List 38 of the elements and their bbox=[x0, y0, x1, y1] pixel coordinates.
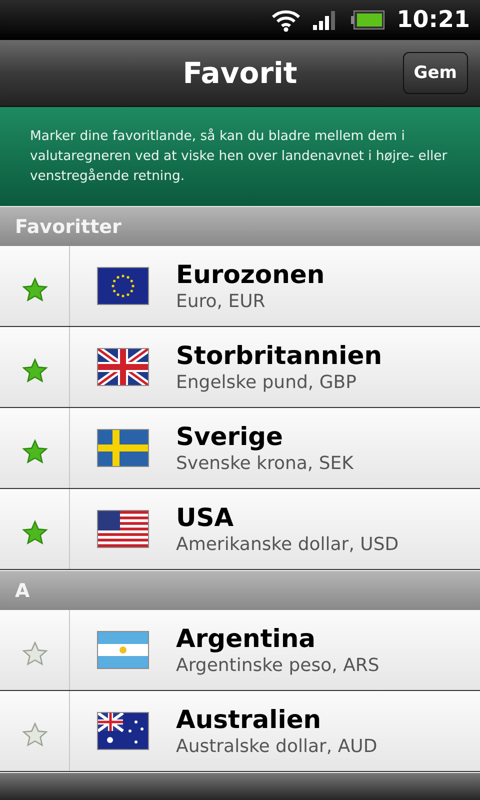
currency-label: Engelske pund, GBP bbox=[176, 372, 358, 393]
section-title: Favoritter bbox=[15, 216, 122, 238]
country-name: Sverige bbox=[176, 422, 284, 451]
star-icon[interactable] bbox=[22, 641, 48, 667]
currency-label: Australske dollar, AUD bbox=[176, 736, 378, 757]
country-row[interactable]: Sverige Svenske krona, SEK bbox=[0, 408, 480, 489]
country-row[interactable]: Australien Australske dollar, AUD bbox=[0, 691, 480, 772]
info-text: Marker dine favoritlande, så kan du bladre mellem dem i valutaregneren ved at viske hen over landenavnet i højre- eller venstregående retning. bbox=[30, 127, 448, 186]
country-name: Eurozonen bbox=[176, 260, 325, 289]
flag-icon bbox=[97, 429, 149, 467]
section-title: A bbox=[15, 580, 30, 602]
star-icon[interactable] bbox=[22, 722, 48, 748]
star-icon[interactable] bbox=[22, 439, 48, 465]
flag-icon bbox=[97, 712, 149, 750]
currency-label: Argentinske peso, ARS bbox=[176, 655, 380, 676]
star-icon[interactable] bbox=[22, 277, 48, 303]
flag-icon bbox=[97, 267, 149, 305]
country-name: USA bbox=[176, 503, 235, 532]
battery-icon bbox=[350, 10, 385, 30]
country-name: Argentina bbox=[176, 624, 317, 653]
status-time: 10:21 bbox=[396, 7, 470, 33]
country-row[interactable]: Storbritannien Engelske pund, GBP bbox=[0, 327, 480, 408]
country-row[interactable]: Argentina Argentinske peso, ARS bbox=[0, 610, 480, 691]
currency-label: Amerikanske dollar, USD bbox=[176, 534, 399, 555]
currency-label: Svenske krona, SEK bbox=[176, 453, 354, 474]
flag-icon bbox=[97, 348, 149, 386]
flag-icon bbox=[97, 510, 149, 548]
country-name: Australien bbox=[176, 705, 322, 734]
screen-title: Favorit bbox=[182, 56, 298, 90]
star-icon[interactable] bbox=[22, 358, 48, 384]
star-icon[interactable] bbox=[22, 520, 48, 546]
currency-label: Euro, EUR bbox=[176, 291, 266, 312]
save-button[interactable]: Gem bbox=[402, 52, 468, 94]
flag-icon bbox=[97, 631, 149, 669]
country-row[interactable]: USA Amerikanske dollar, USD bbox=[0, 489, 480, 570]
country-row[interactable]: Eurozonen Euro, EUR bbox=[0, 246, 480, 327]
wifi-icon bbox=[270, 8, 301, 32]
country-name: Storbritannien bbox=[176, 341, 382, 370]
